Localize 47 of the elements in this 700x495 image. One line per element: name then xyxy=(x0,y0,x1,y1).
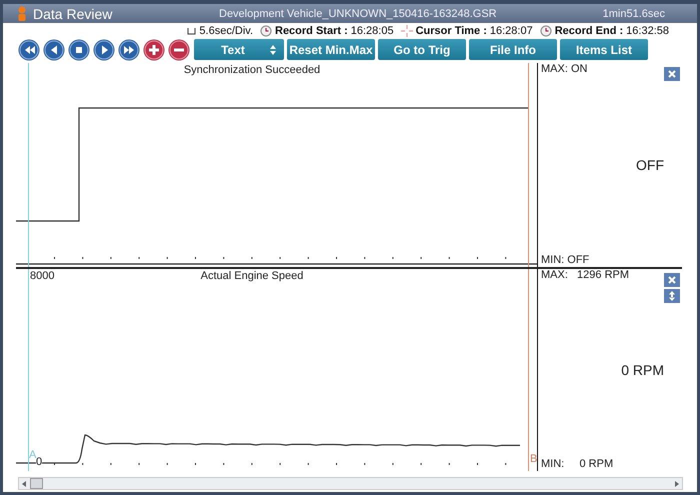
scroll-left-icon[interactable] xyxy=(21,480,27,488)
play-button[interactable] xyxy=(93,38,115,60)
current-value: OFF xyxy=(636,156,664,172)
stop-button[interactable] xyxy=(68,38,90,60)
toolbar-button[interactable]: Reset Min.Max xyxy=(287,39,375,60)
fast-forward-button[interactable] xyxy=(118,38,140,60)
scroll-thumb[interactable] xyxy=(30,478,43,489)
max-value: MAX: ON xyxy=(541,63,588,75)
toolbar-button[interactable]: Items List xyxy=(560,39,648,60)
division-icon xyxy=(187,26,196,34)
max-value: MAX: 1296 RPM xyxy=(541,269,630,281)
record-end-label: Record End : xyxy=(554,24,624,36)
app-icon xyxy=(17,6,27,22)
cursor-label: B xyxy=(530,453,538,465)
close-button[interactable] xyxy=(664,273,680,287)
zoom-in-button[interactable] xyxy=(143,38,165,60)
clock-icon xyxy=(540,24,552,36)
window-title: Data Review xyxy=(33,6,114,22)
resize-button[interactable] xyxy=(664,289,680,303)
record-duration: 1min51.6sec xyxy=(602,8,665,20)
display-select[interactable]: Text xyxy=(194,39,284,60)
rewind-button[interactable] xyxy=(18,38,40,60)
crosshair-icon xyxy=(400,24,413,36)
toolbar-button[interactable]: File Info xyxy=(469,39,557,60)
trace-title: Synchronization Succeeded xyxy=(184,64,320,76)
clock-icon xyxy=(260,24,272,36)
axis-label: 8000 xyxy=(30,270,54,282)
record-start-label: Record Start : xyxy=(275,24,348,36)
toolbar-button[interactable]: Go to Trig xyxy=(378,39,466,60)
current-value: 0 RPM xyxy=(621,362,664,378)
record-end-time: 16:32:58 xyxy=(626,24,669,36)
division-text: 5.6sec/Div. xyxy=(199,24,253,36)
cursor-label: A xyxy=(29,449,36,461)
axis-label: 0 xyxy=(36,456,42,468)
previous-button[interactable] xyxy=(43,38,65,60)
close-button[interactable] xyxy=(664,67,680,81)
up-down-icon xyxy=(270,45,276,55)
file-name: Development Vehicle_UNKNOWN_150416-163248.GSR xyxy=(219,8,498,20)
zoom-out-button[interactable] xyxy=(168,38,190,60)
record-start-time: 16:28:05 xyxy=(350,24,394,36)
trace-title: Actual Engine Speed xyxy=(200,270,304,282)
horizontal-scrollbar[interactable] xyxy=(18,477,683,490)
cursor-time: 16:28:07 xyxy=(490,24,533,36)
min-value: MIN: OFF xyxy=(541,254,590,266)
min-value: MIN: 0 RPM xyxy=(541,458,614,470)
cursor-time-label: Cursor Time : xyxy=(416,24,487,36)
scroll-right-icon[interactable] xyxy=(674,480,680,488)
